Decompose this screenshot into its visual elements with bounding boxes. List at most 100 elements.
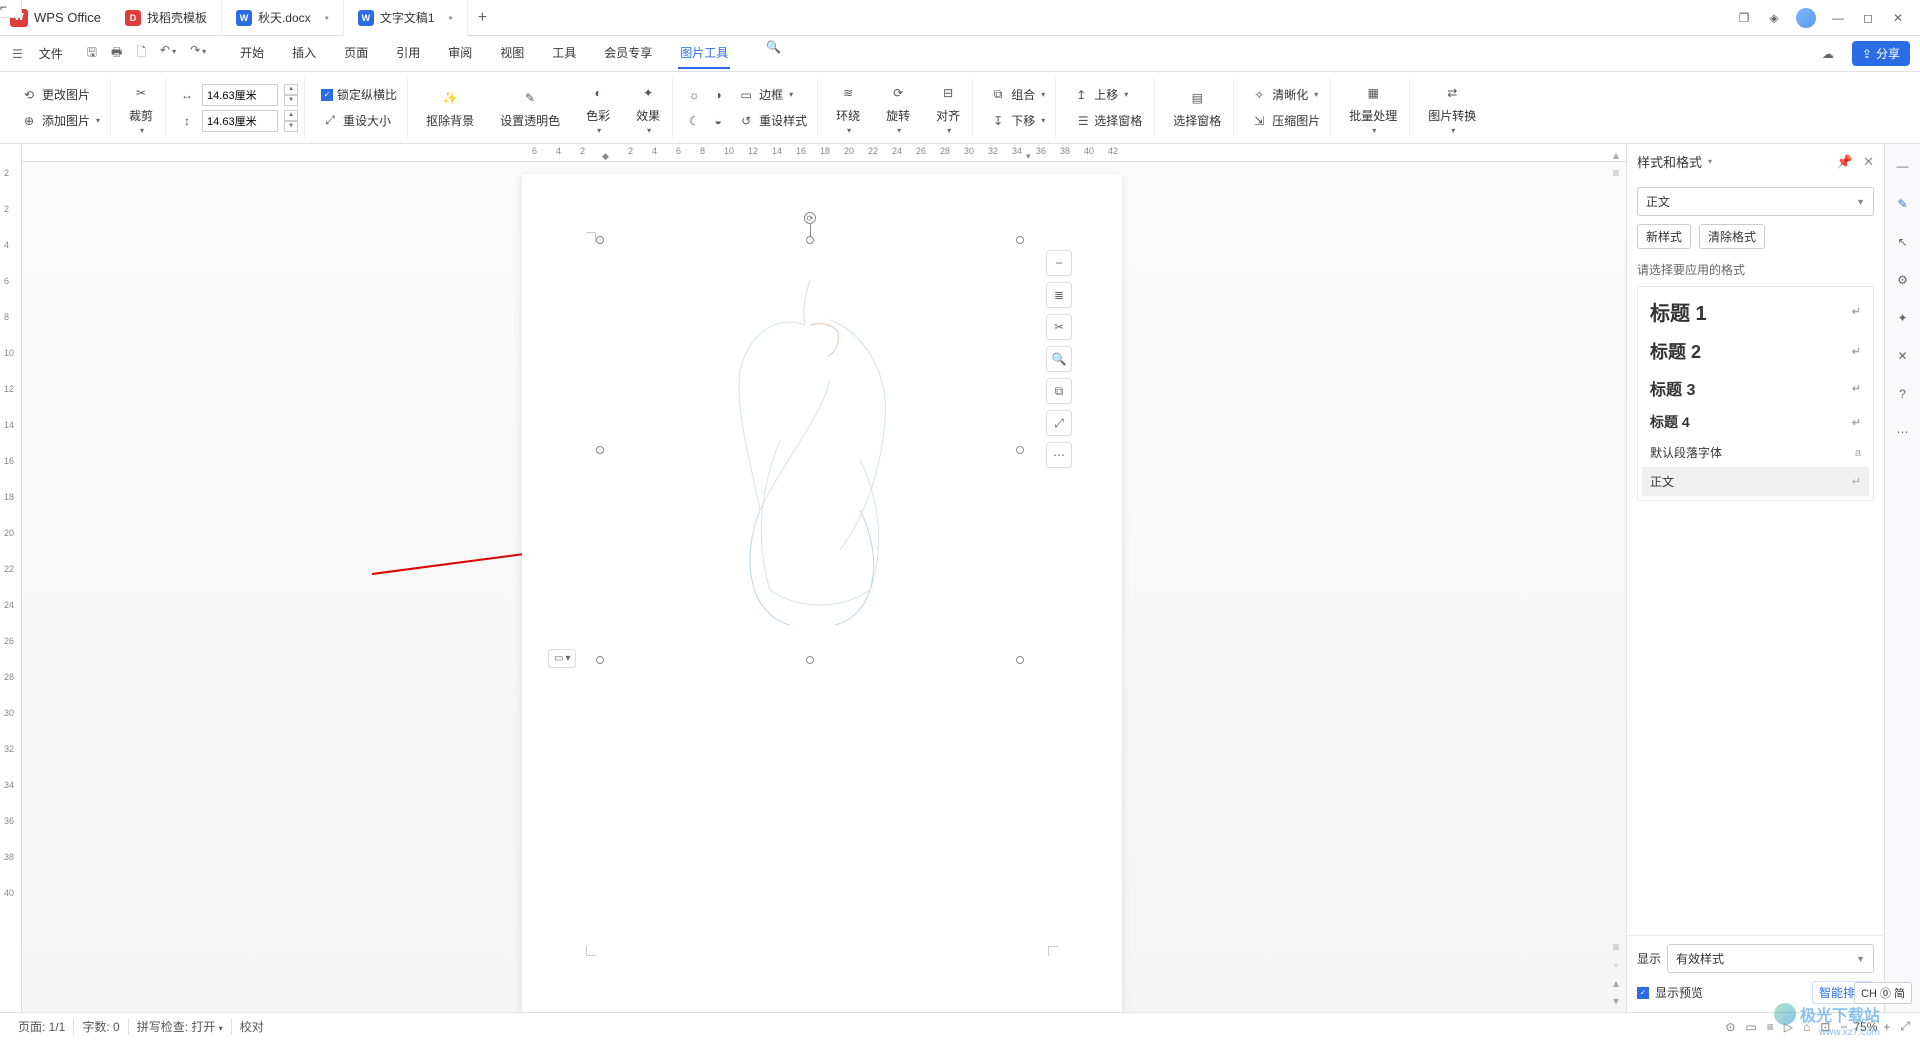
search-icon[interactable]: 🔍 <box>764 38 783 69</box>
zoom-in-icon[interactable]: + <box>1883 1020 1890 1034</box>
inserted-image[interactable] <box>660 260 960 640</box>
window-multi-icon[interactable]: ❐ <box>1736 10 1752 26</box>
view-page-icon[interactable]: ▭ <box>1745 1020 1756 1034</box>
redo-icon[interactable]: ↷ <box>188 41 208 66</box>
indent-marker-right[interactable]: ▾ <box>1026 151 1034 159</box>
contrast-icon[interactable]: ◑ <box>709 86 727 104</box>
pin-icon[interactable]: 📌 <box>1837 154 1853 170</box>
status-proof[interactable]: 校对 <box>232 1018 272 1035</box>
preview-checkbox[interactable]: ✓ <box>1637 987 1649 999</box>
canvas[interactable]: 6 4 2 2 4 6 8 10 12 14 16 18 20 22 24 26… <box>22 144 1626 1012</box>
scroll-bottom-controls[interactable]: ≡◦▴▾ <box>1608 940 1624 1008</box>
menu-member[interactable]: 会员专享 <box>602 38 654 69</box>
resize-handle-bm[interactable] <box>806 656 814 664</box>
float-more-button[interactable]: ⋯ <box>1046 442 1072 468</box>
float-expand-button[interactable]: ⤢ <box>1046 410 1072 436</box>
compress-button[interactable]: ⇲压缩图片 <box>1246 110 1324 132</box>
close-window-icon[interactable]: ✕ <box>1890 10 1906 26</box>
style-body[interactable]: 正文↵ <box>1642 467 1869 496</box>
sidetab-collapse-icon[interactable]: — <box>1893 156 1913 176</box>
style-heading-2[interactable]: 标题 2↵ <box>1642 332 1869 370</box>
show-filter-select[interactable]: 有效样式▼ <box>1667 944 1874 973</box>
save-icon[interactable]: 🖫 <box>85 41 99 66</box>
select-pane-button-2[interactable]: ▤选择窗格 <box>1167 84 1227 131</box>
down-button[interactable]: ↧下移 <box>985 110 1049 132</box>
select-pane-button[interactable]: ☰选择窗格 <box>1068 110 1148 132</box>
sidetab-tools-icon[interactable]: ✕ <box>1893 346 1913 366</box>
file-menu[interactable]: 文件 <box>33 43 69 64</box>
resize-handle-bl[interactable] <box>596 656 604 664</box>
layout-options-button[interactable]: ▭▾ <box>548 649 576 668</box>
style-default-font[interactable]: 默认段落字体a <box>1642 438 1869 467</box>
resize-handle-tr[interactable] <box>1016 236 1024 244</box>
sidetab-settings-icon[interactable]: ⚙ <box>1893 270 1913 290</box>
ruler-vertical[interactable]: 2 2 4 6 8 10 12 14 16 18 20 22 24 26 28 … <box>0 144 22 1012</box>
close-panel-icon[interactable]: ✕ <box>1863 154 1874 170</box>
maximize-icon[interactable]: ◻ <box>1860 10 1876 26</box>
width-input[interactable] <box>202 84 278 106</box>
border-button[interactable]: ▭边框 <box>733 84 797 106</box>
ruler-horizontal[interactable]: 6 4 2 2 4 6 8 10 12 14 16 18 20 22 24 26… <box>22 144 1626 162</box>
add-image-button[interactable]: ⊕添加图片 <box>16 110 104 132</box>
status-page[interactable]: 页面: 1/1 <box>10 1018 74 1035</box>
current-style-select[interactable]: 正文▼ <box>1637 187 1874 216</box>
width-spinner[interactable]: ▲▼ <box>284 84 298 106</box>
clarify-button[interactable]: ✧清晰化 <box>1246 84 1324 106</box>
up-button[interactable]: ↥上移 <box>1068 84 1148 106</box>
effect-button[interactable]: ✦效果 <box>630 79 666 137</box>
reset-style-button[interactable]: ↺重设样式 <box>733 110 811 132</box>
lock-ratio-checkbox[interactable]: ✓锁定纵横比 <box>317 84 401 105</box>
sidetab-more-icon[interactable]: ⋯ <box>1893 422 1913 442</box>
sidetab-shape-icon[interactable]: ✦ <box>1893 308 1913 328</box>
convert-button[interactable]: ⇄图片转换 <box>1422 79 1482 137</box>
float-copy-button[interactable]: ⧉ <box>1046 378 1072 404</box>
rotate-handle[interactable]: ⟳ <box>804 212 816 224</box>
sidetab-select-icon[interactable]: ↖ <box>1893 232 1913 252</box>
share-button[interactable]: ⇪分享 <box>1852 41 1910 66</box>
undo-icon[interactable]: ↶ <box>158 41 178 66</box>
menu-start[interactable]: 开始 <box>238 38 266 69</box>
batch-button[interactable]: ▦批量处理 <box>1343 79 1403 137</box>
new-style-button[interactable]: 新样式 <box>1637 224 1691 249</box>
scroll-top-controls[interactable]: ▴≡ <box>1608 148 1624 180</box>
fullscreen-icon[interactable]: ⤢ <box>1900 1019 1910 1034</box>
brightness-down-icon[interactable]: ☾ <box>685 112 703 130</box>
remove-bg-button[interactable]: ✨抠除背景 <box>420 84 480 131</box>
color-button[interactable]: ◐色彩 <box>580 79 616 137</box>
status-words[interactable]: 字数: 0 <box>74 1018 128 1035</box>
resize-handle-ml[interactable] <box>596 446 604 454</box>
style-heading-3[interactable]: 标题 3↵ <box>1642 370 1869 406</box>
menu-review[interactable]: 审阅 <box>446 38 474 69</box>
align-button[interactable]: ⊟对齐 <box>930 79 966 137</box>
float-crop-button[interactable]: ✂ <box>1046 314 1072 340</box>
close-icon[interactable]: • <box>449 11 453 25</box>
print-preview-icon[interactable]: 🗋 <box>134 41 148 66</box>
brightness-icon[interactable]: ☼ <box>685 86 703 104</box>
menu-tools[interactable]: 工具 <box>550 38 578 69</box>
resize-handle-mr[interactable] <box>1016 446 1024 454</box>
style-heading-1[interactable]: 标题 1↵ <box>1642 291 1869 332</box>
minimize-icon[interactable]: — <box>1830 10 1846 26</box>
float-zoom-button[interactable]: 🔍 <box>1046 346 1072 372</box>
print-icon[interactable]: 🖶 <box>109 41 124 66</box>
tab-doc-1[interactable]: W 秋天.docx • <box>222 0 344 36</box>
indent-marker-left[interactable]: ◆ <box>602 151 610 159</box>
resize-handle-tl[interactable] <box>596 236 604 244</box>
menu-page[interactable]: 页面 <box>342 38 370 69</box>
avatar[interactable] <box>1796 8 1816 28</box>
set-transparent-button[interactable]: ✎设置透明色 <box>494 84 566 131</box>
reset-size-button[interactable]: ⤢重设大小 <box>317 109 401 131</box>
menu-reference[interactable]: 引用 <box>394 38 422 69</box>
group-button[interactable]: ⧉组合 <box>985 84 1049 106</box>
resize-handle-tm[interactable] <box>806 236 814 244</box>
tab-doc-2[interactable]: W 文字文稿1 • <box>344 0 468 36</box>
image-selection[interactable]: ⟳ − ≣ ✂ 🔍 ⧉ ⤢ ⋯ ▭▾ <box>600 240 1020 660</box>
sidetab-style-icon[interactable]: ✎ <box>1893 194 1913 214</box>
focus-mode-icon[interactable]: ⊙ <box>1725 1020 1735 1034</box>
clear-format-button[interactable]: 清除格式 <box>1699 224 1765 249</box>
height-input[interactable] <box>202 110 278 132</box>
crop-button[interactable]: ✂裁剪 <box>123 79 159 137</box>
tab-template-store[interactable]: D 找稻壳模板 <box>111 0 222 36</box>
style-heading-4[interactable]: 标题 4↵ <box>1642 406 1869 438</box>
status-spellcheck[interactable]: 拼写检查: 打开 ▾ <box>129 1018 232 1035</box>
